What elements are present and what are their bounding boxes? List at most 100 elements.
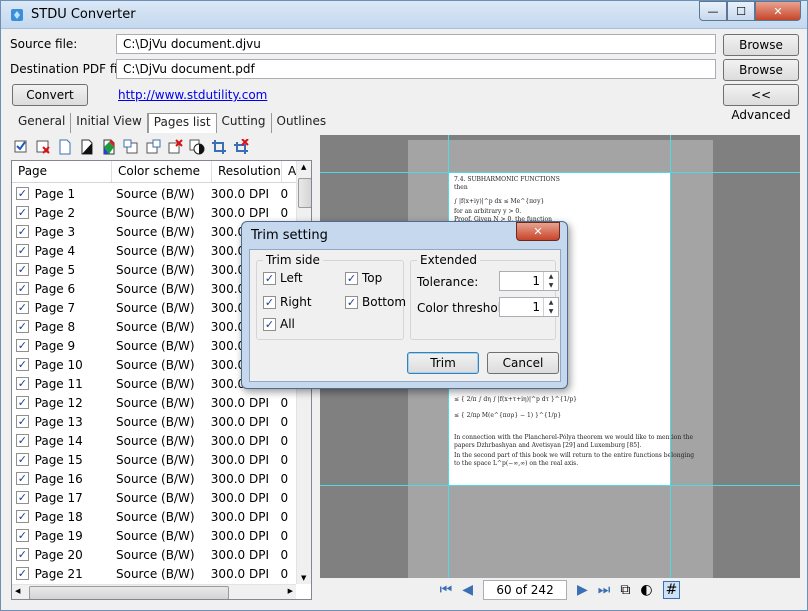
website-link[interactable]: http://www.stdutility.com: [118, 88, 267, 102]
table-row[interactable]: ✓ Page 12 Source (B/W) 300.0 DPI 0: [12, 393, 296, 412]
convert-button[interactable]: Convert: [12, 84, 88, 106]
trim-guide-right[interactable]: [670, 135, 671, 578]
color-threshold-arrows-icon[interactable]: ▲ ▼: [543, 298, 558, 316]
resolution-cell: 300.0 DPI: [210, 395, 269, 410]
page-color-icon[interactable]: [99, 137, 119, 157]
color-threshold-value[interactable]: 1: [532, 300, 540, 314]
page-checkbox[interactable]: ✓: [16, 415, 29, 428]
table-row[interactable]: ✓ Page 20 Source (B/W) 300.0 DPI 0: [12, 545, 296, 564]
horizontal-scrollbar[interactable]: ◀ ▶: [12, 584, 296, 599]
table-row[interactable]: ✓ Page 16 Source (B/W) 300.0 DPI 0: [12, 469, 296, 488]
rotate-left-icon[interactable]: [121, 137, 141, 157]
page-bw-icon[interactable]: [77, 137, 97, 157]
table-row[interactable]: ✓ Page 15 Source (B/W) 300.0 DPI 0: [12, 450, 296, 469]
page-checkbox[interactable]: ✓: [16, 263, 29, 276]
a-cell: 0: [280, 186, 289, 201]
select-all-icon[interactable]: [11, 137, 31, 157]
destination-file-input[interactable]: C:\DjVu document.pdf: [116, 59, 716, 79]
page-white-icon[interactable]: [55, 137, 75, 157]
trim-guide-top[interactable]: [320, 172, 800, 173]
tab-initial-view[interactable]: Initial View: [71, 113, 148, 133]
source-browse-button[interactable]: Browse: [723, 34, 799, 56]
table-row[interactable]: ✓ Page 17 Source (B/W) 300.0 DPI 0: [12, 488, 296, 507]
table-row[interactable]: ✓ Page 18 Source (B/W) 300.0 DPI 0: [12, 507, 296, 526]
column-color-scheme[interactable]: Color scheme: [112, 161, 212, 182]
advanced-button[interactable]: << Advanced: [723, 84, 799, 122]
column-a[interactable]: A: [282, 161, 296, 182]
horizontal-scroll-thumb[interactable]: [29, 586, 229, 599]
rotate-preview-icon[interactable]: ⧉: [620, 582, 630, 598]
page-checkbox[interactable]: ✓: [16, 453, 29, 466]
page-checkbox[interactable]: ✓: [16, 339, 29, 352]
page-checkbox[interactable]: ✓: [16, 472, 29, 485]
deselect-all-icon[interactable]: [33, 137, 53, 157]
bottom-checkbox[interactable]: ✓ Bottom: [345, 295, 406, 309]
close-button[interactable]: ✕: [755, 1, 801, 21]
tab-cutting[interactable]: Cutting: [217, 113, 272, 133]
trim-icon[interactable]: [209, 137, 229, 157]
page-number-field[interactable]: 60 of 242: [483, 580, 568, 600]
page-checkbox[interactable]: ✓: [16, 434, 29, 447]
trim-button[interactable]: Trim: [407, 352, 479, 374]
tab-outlines[interactable]: Outlines: [272, 113, 332, 133]
rotate-right-icon[interactable]: [143, 137, 163, 157]
scroll-right-icon[interactable]: ▶: [288, 587, 293, 595]
tab-pages-list[interactable]: Pages list: [147, 113, 217, 133]
page-checkbox[interactable]: ✓: [16, 396, 29, 409]
minimize-button[interactable]: —: [699, 1, 727, 21]
cancel-button[interactable]: Cancel: [487, 352, 559, 374]
tab-general[interactable]: General: [13, 113, 72, 133]
column-page[interactable]: Page: [12, 161, 112, 182]
scroll-up-icon[interactable]: ▲: [301, 163, 306, 171]
contrast-preview-icon[interactable]: ◐: [640, 582, 652, 598]
page-checkbox[interactable]: ✓: [16, 206, 29, 219]
right-checkbox[interactable]: ✓ Right: [263, 295, 312, 309]
page-checkbox[interactable]: ✓: [16, 567, 29, 580]
page-checkbox[interactable]: ✓: [16, 548, 29, 561]
table-row[interactable]: ✓ Page 2 Source (B/W) 300.0 DPI 0: [12, 203, 296, 222]
page-checkbox[interactable]: ✓: [16, 282, 29, 295]
page-checkbox[interactable]: ✓: [16, 301, 29, 314]
page-checkbox[interactable]: ✓: [16, 320, 29, 333]
tolerance-spinner[interactable]: 1 ▲ ▼: [499, 271, 559, 291]
scroll-left-icon[interactable]: ◀: [15, 587, 20, 595]
prev-page-icon[interactable]: ◀: [462, 582, 473, 598]
table-row[interactable]: ✓ Page 21 Source (B/W) 300.0 DPI 0: [12, 564, 296, 583]
next-page-icon[interactable]: ▶: [577, 582, 588, 598]
dialog-title: Trim setting: [251, 228, 328, 243]
trim-guide-bottom[interactable]: [320, 485, 800, 486]
column-resolution[interactable]: Resolution: [212, 161, 282, 182]
vertical-scroll-thumb[interactable]: [298, 178, 311, 208]
page-checkbox[interactable]: ✓: [16, 225, 29, 238]
grid-toggle-icon[interactable]: #: [662, 581, 681, 599]
tolerance-arrows-icon[interactable]: ▲ ▼: [543, 272, 558, 290]
page-checkbox[interactable]: ✓: [16, 187, 29, 200]
left-checkbox[interactable]: ✓ Left: [263, 271, 303, 285]
a-cell: 0: [280, 395, 289, 410]
page-checkbox[interactable]: ✓: [16, 491, 29, 504]
table-row[interactable]: ✓ Page 19 Source (B/W) 300.0 DPI 0: [12, 526, 296, 545]
last-page-icon[interactable]: ⏭: [598, 582, 611, 598]
page-checkbox[interactable]: ✓: [16, 358, 29, 371]
page-checkbox[interactable]: ✓: [16, 244, 29, 257]
page-checkbox[interactable]: ✓: [16, 510, 29, 523]
tolerance-label: Tolerance:: [417, 275, 479, 289]
contrast-icon[interactable]: [187, 137, 207, 157]
top-checkbox[interactable]: ✓ Top: [345, 271, 382, 285]
color-threshold-spinner[interactable]: 1 ▲ ▼: [499, 297, 559, 317]
dialog-close-button[interactable]: ✕: [516, 222, 560, 241]
table-row[interactable]: ✓ Page 1 Source (B/W) 300.0 DPI 0: [12, 184, 296, 203]
source-file-input[interactable]: C:\DjVu document.djvu: [116, 34, 716, 54]
tolerance-value[interactable]: 1: [532, 274, 540, 288]
page-checkbox[interactable]: ✓: [16, 529, 29, 542]
maximize-button[interactable]: ☐: [727, 1, 755, 21]
first-page-icon[interactable]: ⏮: [440, 582, 453, 598]
destination-browse-button[interactable]: Browse: [723, 59, 799, 81]
all-checkbox[interactable]: ✓ All: [263, 317, 295, 331]
scroll-down-icon[interactable]: ▼: [301, 574, 306, 582]
table-row[interactable]: ✓ Page 14 Source (B/W) 300.0 DPI 0: [12, 431, 296, 450]
table-row[interactable]: ✓ Page 13 Source (B/W) 300.0 DPI 0: [12, 412, 296, 431]
trim-remove-icon[interactable]: [231, 137, 251, 157]
page-checkbox[interactable]: ✓: [16, 377, 29, 390]
rotate-reset-icon[interactable]: [165, 137, 185, 157]
